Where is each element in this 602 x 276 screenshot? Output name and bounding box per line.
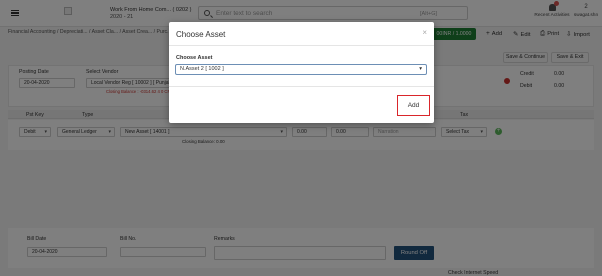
- choose-asset-label: Choose Asset: [176, 55, 213, 61]
- add-asset-button[interactable]: Add: [401, 99, 426, 112]
- close-icon[interactable]: ×: [422, 28, 427, 37]
- choose-asset-select[interactable]: N.Asset 2 [ 1002 ] ▾: [175, 64, 427, 75]
- chevron-down-icon: ▾: [419, 66, 422, 72]
- selected-asset: N.Asset 2 [ 1002 ]: [180, 66, 224, 72]
- modal-title: Choose Asset: [176, 30, 226, 39]
- modal-footer-divider: [169, 86, 434, 87]
- modal-header-divider: [169, 45, 434, 46]
- choose-asset-dialog: Choose Asset × Choose Asset N.Asset 2 [ …: [169, 22, 434, 123]
